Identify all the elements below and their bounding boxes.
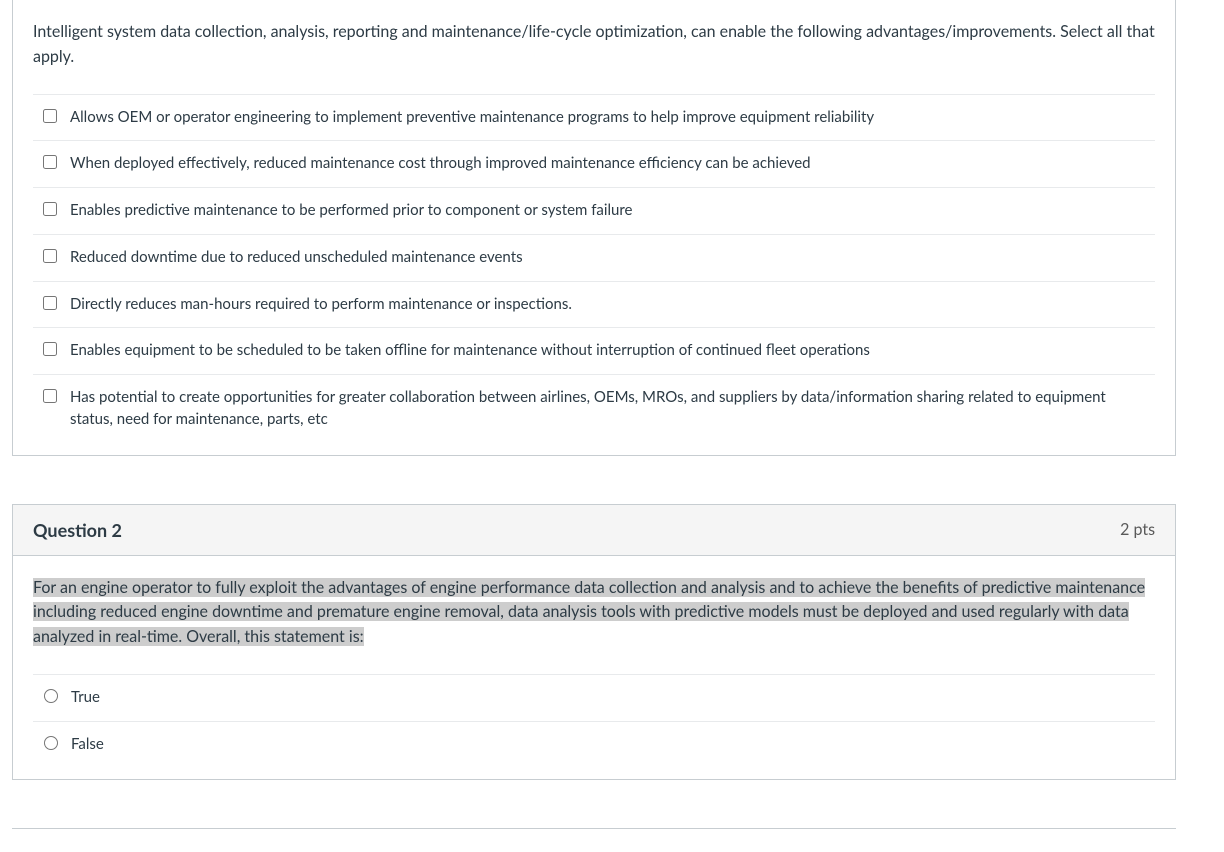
q2-option-false[interactable]: False — [33, 722, 1155, 768]
question-2-prompt: For an engine operator to fully exploit … — [33, 576, 1155, 650]
next-question-top-border — [12, 828, 1176, 832]
q1-option-label-4: Directly reduces man-hours required to p… — [70, 294, 572, 316]
q2-radio-false[interactable] — [44, 736, 58, 750]
q1-option-label-5: Enables equipment to be scheduled to be … — [70, 340, 870, 362]
q1-checkbox-5[interactable] — [43, 342, 57, 356]
q1-option-label-3: Reduced downtime due to reduced unschedu… — [70, 247, 523, 269]
question-1-body: Intelligent system data collection, anal… — [13, 0, 1175, 455]
q2-option-true[interactable]: True — [33, 675, 1155, 722]
q1-checkbox-1[interactable] — [43, 155, 57, 169]
question-2-points: 2 pts — [1120, 520, 1155, 539]
q1-option-0[interactable]: Allows OEM or operator engineering to im… — [33, 95, 1155, 142]
q1-option-4[interactable]: Directly reduces man-hours required to p… — [33, 282, 1155, 329]
q1-option-5[interactable]: Enables equipment to be scheduled to be … — [33, 328, 1155, 375]
q1-checkbox-4[interactable] — [43, 296, 57, 310]
question-1-block: Intelligent system data collection, anal… — [12, 0, 1176, 456]
q1-option-1[interactable]: When deployed effectively, reduced maint… — [33, 141, 1155, 188]
q2-option-label-true: True — [71, 687, 100, 709]
question-1-answers: Allows OEM or operator engineering to im… — [33, 94, 1155, 443]
q1-checkbox-3[interactable] — [43, 249, 57, 263]
q1-option-label-1: When deployed effectively, reduced maint… — [70, 153, 811, 175]
question-2-answers: True False — [33, 674, 1155, 768]
q1-option-label-6: Has potential to create opportunities fo… — [70, 387, 1149, 431]
q1-option-6[interactable]: Has potential to create opportunities fo… — [33, 375, 1155, 443]
question-2-title: Question 2 — [33, 519, 122, 541]
q2-option-label-false: False — [71, 734, 104, 756]
q2-radio-true[interactable] — [44, 689, 58, 703]
q1-checkbox-6[interactable] — [43, 389, 57, 403]
q1-checkbox-2[interactable] — [43, 202, 57, 216]
q1-option-2[interactable]: Enables predictive maintenance to be per… — [33, 188, 1155, 235]
question-2-block: Question 2 2 pts For an engine operator … — [12, 504, 1176, 781]
q1-option-label-2: Enables predictive maintenance to be per… — [70, 200, 632, 222]
question-1-prompt: Intelligent system data collection, anal… — [33, 20, 1155, 70]
question-2-prompt-text: For an engine operator to fully exploit … — [33, 578, 1145, 647]
q1-option-label-0: Allows OEM or operator engineering to im… — [70, 107, 874, 129]
question-2-header: Question 2 2 pts — [13, 505, 1175, 556]
q1-checkbox-0[interactable] — [43, 109, 57, 123]
question-2-body: For an engine operator to fully exploit … — [13, 556, 1175, 780]
q1-option-3[interactable]: Reduced downtime due to reduced unschedu… — [33, 235, 1155, 282]
